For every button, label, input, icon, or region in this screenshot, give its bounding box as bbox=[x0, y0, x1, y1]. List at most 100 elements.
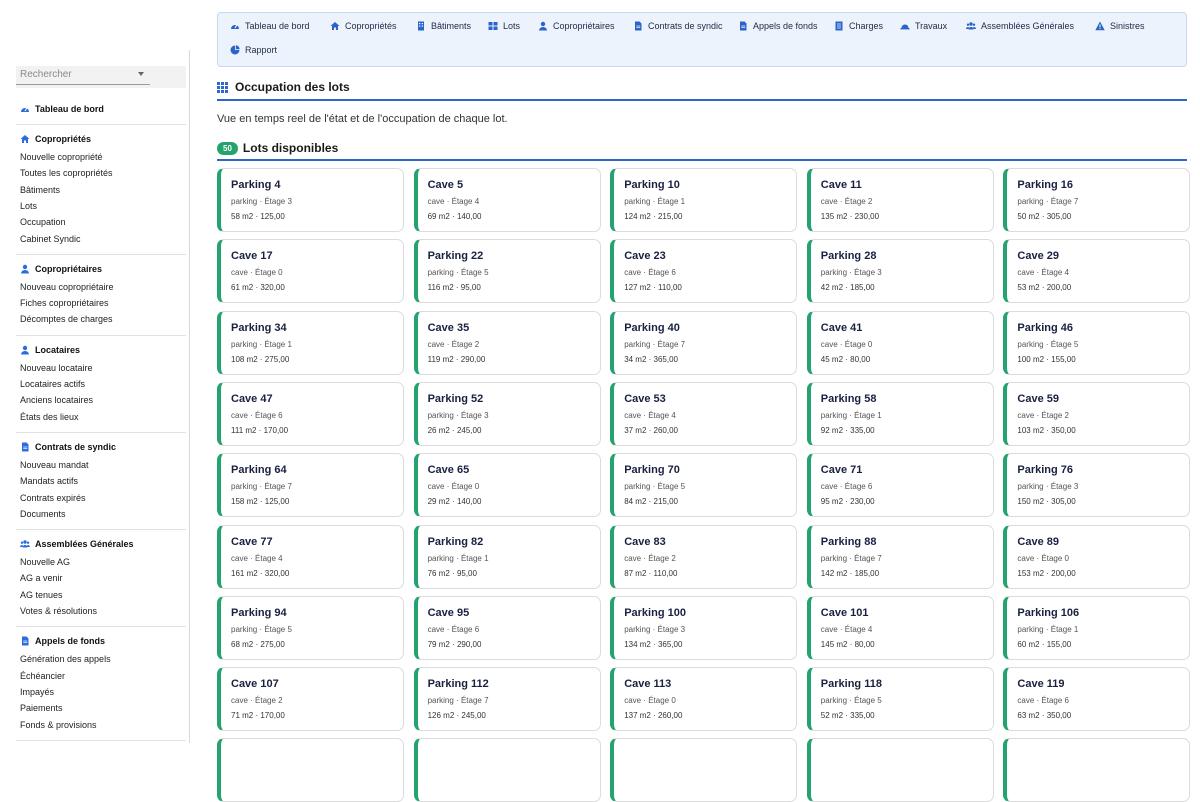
tab-3[interactable]: Lots bbox=[488, 21, 520, 31]
chevron-down-icon[interactable] bbox=[138, 72, 144, 76]
lot-card[interactable]: Cave 89 cave · Étage 0 153 m2 · 200,00 bbox=[1003, 524, 1191, 589]
sidebar-item[interactable]: Toutes les copropriétés bbox=[20, 168, 113, 178]
sidebar-item[interactable]: Votes & résolutions bbox=[20, 606, 97, 616]
lot-card[interactable]: Parking 100 parking · Étage 3 134 m2 · 365… bbox=[610, 595, 798, 660]
lot-area-amount: 26 m2 · 245,00 bbox=[427, 425, 482, 435]
sidebar-item[interactable]: Mandats actifs bbox=[20, 476, 78, 486]
lot-card[interactable]: Cave 17 cave · Étage 0 61 m2 · 320,00 bbox=[217, 239, 404, 304]
lot-card-partial[interactable] bbox=[217, 738, 404, 802]
sidebar-item[interactable]: Bâtiments bbox=[20, 185, 60, 195]
lot-card[interactable]: Parking 40 parking · Étage 7 34 m2 · 365,0… bbox=[610, 310, 798, 375]
lot-card[interactable]: Parking 94 parking · Étage 5 68 m2 · 275,0… bbox=[217, 595, 404, 660]
lot-card[interactable]: Cave 35 cave · Étage 2 119 m2 · 290,00 bbox=[413, 310, 601, 375]
sidebar-item[interactable]: Lots bbox=[20, 201, 37, 211]
lot-card[interactable]: Parking 112 parking · Étage 7 126 m2 · 245… bbox=[413, 667, 601, 732]
lot-card[interactable]: Cave 5 cave · Étage 4 69 m2 · 140,00 bbox=[413, 168, 601, 232]
sidebar-item[interactable]: Nouveau copropriétaire bbox=[20, 282, 114, 292]
sidebar-item[interactable]: Anciens locataires bbox=[20, 395, 93, 405]
tab-6[interactable]: Appels de fonds bbox=[738, 21, 818, 31]
lot-card[interactable]: Parking 46 parking · Étage 5 100 m2 · 155,… bbox=[1003, 310, 1191, 375]
sidebar-group-2[interactable]: Locataires bbox=[20, 345, 80, 355]
sidebar-item[interactable]: Nouvelle AG bbox=[20, 557, 70, 567]
sidebar-item[interactable]: États des lieux bbox=[20, 412, 79, 422]
lot-card[interactable]: Parking 16 parking · Étage 7 50 m2 · 305,0… bbox=[1003, 168, 1191, 232]
sidebar-item[interactable]: Cabinet Syndic bbox=[20, 234, 81, 244]
tab-label: Sinistres bbox=[1110, 21, 1145, 31]
lot-card[interactable]: Parking 58 parking · Étage 1 92 m2 · 335,0… bbox=[806, 381, 994, 446]
sidebar-item[interactable]: Nouvelle copropriété bbox=[20, 152, 103, 162]
lot-card[interactable]: Cave 95 cave · Étage 6 79 m2 · 290,00 bbox=[413, 595, 601, 660]
sidebar-item[interactable]: Contrats expirés bbox=[20, 493, 86, 503]
lot-card[interactable]: Cave 41 cave · Étage 0 45 m2 · 80,00 bbox=[806, 310, 994, 375]
tab-0[interactable]: Tableau de bord bbox=[230, 21, 310, 31]
sidebar-item[interactable]: Décomptes de charges bbox=[20, 314, 113, 324]
lot-card[interactable]: Cave 71 cave · Étage 6 95 m2 · 230,00 bbox=[806, 453, 994, 518]
sidebar-item[interactable]: Fiches copropriétaires bbox=[20, 298, 109, 308]
lot-card[interactable]: Parking 64 parking · Étage 7 158 m2 · 125,… bbox=[217, 453, 404, 518]
lot-card[interactable]: Cave 59 cave · Étage 2 103 m2 · 350,00 bbox=[1003, 381, 1191, 446]
sidebar-item[interactable]: Nouveau mandat bbox=[20, 460, 89, 470]
sidebar-item[interactable]: Nouveau locataire bbox=[20, 363, 93, 373]
sidebar-item[interactable]: AG a venir bbox=[20, 573, 63, 583]
tab-label: Copropriétés bbox=[345, 21, 397, 31]
lot-type-floor: cave · Étage 6 bbox=[624, 268, 676, 278]
lot-card[interactable]: Cave 23 cave · Étage 6 127 m2 · 110,00 bbox=[610, 239, 798, 304]
tab-10[interactable]: Sinistres bbox=[1095, 21, 1145, 31]
lot-card[interactable]: Cave 11 cave · Étage 2 135 m2 · 230,00 bbox=[806, 168, 994, 232]
lot-card[interactable]: Cave 83 cave · Étage 2 87 m2 · 110,00 bbox=[610, 524, 798, 589]
lot-card[interactable]: Parking 106 parking · Étage 1 60 m2 · 155,… bbox=[1003, 595, 1191, 660]
lot-card[interactable]: Cave 65 cave · Étage 0 29 m2 · 140,00 bbox=[413, 453, 601, 518]
sidebar-group-4[interactable]: Assemblées Générales bbox=[20, 539, 134, 549]
sidebar-item-dashboard[interactable]: Tableau de bord bbox=[20, 104, 104, 114]
sidebar-item[interactable]: Locataires actifs bbox=[20, 379, 85, 389]
sidebar-item[interactable]: Paiements bbox=[20, 703, 63, 713]
lot-card[interactable]: Cave 119 cave · Étage 6 63 m2 · 350,00 bbox=[1003, 667, 1191, 732]
sidebar-group-0[interactable]: Copropriétés bbox=[20, 134, 91, 144]
lot-card[interactable]: Parking 4 parking · Étage 3 58 m2 · 125,00 bbox=[217, 168, 404, 232]
lot-card-partial[interactable] bbox=[806, 738, 994, 802]
sidebar-group-title: Appels de fonds bbox=[35, 636, 106, 647]
lot-card-partial[interactable] bbox=[610, 738, 798, 802]
lot-card[interactable]: Cave 47 cave · Étage 6 111 m2 · 170,00 bbox=[217, 381, 404, 446]
sidebar-item[interactable]: Documents bbox=[20, 509, 66, 519]
sidebar-group-5[interactable]: Appels de fonds bbox=[20, 636, 105, 646]
sidebar-group-1[interactable]: Copropriétaires bbox=[20, 264, 102, 274]
lot-card[interactable]: Parking 22 parking · Étage 5 116 m2 · 95,0… bbox=[413, 239, 601, 304]
tab-4[interactable]: Copropriétaires bbox=[538, 21, 615, 31]
lot-card[interactable]: Cave 101 cave · Étage 4 145 m2 · 80,00 bbox=[806, 595, 994, 660]
tab-11[interactable]: Rapport bbox=[230, 45, 277, 55]
sidebar-item[interactable]: Génération des appels bbox=[20, 654, 111, 664]
lot-card[interactable]: Cave 77 cave · Étage 4 161 m2 · 320,00 bbox=[217, 524, 404, 589]
lot-card[interactable]: Parking 76 parking · Étage 3 150 m2 · 305,… bbox=[1003, 453, 1191, 518]
lot-card[interactable]: Parking 52 parking · Étage 3 26 m2 · 245,0… bbox=[413, 381, 601, 446]
tab-2[interactable]: Bâtiments bbox=[416, 21, 471, 31]
lot-card[interactable]: Cave 53 cave · Étage 4 37 m2 · 260,00 bbox=[610, 381, 798, 446]
lot-card[interactable]: Cave 113 cave · Étage 0 137 m2 · 260,00 bbox=[610, 667, 798, 732]
search-select[interactable]: Rechercher bbox=[16, 66, 186, 88]
sidebar-item[interactable]: Fonds & provisions bbox=[20, 720, 97, 730]
lot-card[interactable]: Cave 107 cave · Étage 2 71 m2 · 170,00 bbox=[217, 667, 404, 732]
lot-card[interactable]: Parking 10 parking · Étage 1 124 m2 · 215,… bbox=[610, 168, 798, 232]
tab-5[interactable]: Contrats de syndic bbox=[633, 21, 723, 31]
sidebar-item[interactable]: Impayés bbox=[20, 687, 54, 697]
lot-card[interactable]: Parking 82 parking · Étage 1 76 m2 · 95,00 bbox=[413, 524, 601, 589]
sidebar-item[interactable]: AG tenues bbox=[20, 590, 63, 600]
lot-card[interactable]: Parking 34 parking · Étage 1 108 m2 · 275,… bbox=[217, 310, 404, 375]
sidebar-item[interactable]: Échéancier bbox=[20, 671, 65, 681]
lot-card[interactable]: Parking 88 parking · Étage 7 142 m2 · 185,… bbox=[806, 524, 994, 589]
lot-area-amount: 76 m2 · 95,00 bbox=[427, 568, 477, 578]
lot-card[interactable]: Cave 29 cave · Étage 4 53 m2 · 200,00 bbox=[1003, 239, 1191, 304]
tab-7[interactable]: Charges bbox=[834, 21, 883, 31]
lot-card[interactable]: Parking 28 parking · Étage 3 42 m2 · 185,0… bbox=[806, 239, 994, 304]
lot-card-partial[interactable] bbox=[1003, 738, 1191, 802]
tab-1[interactable]: Copropriétés bbox=[330, 21, 397, 31]
lot-card[interactable]: Parking 70 parking · Étage 5 84 m2 · 215,0… bbox=[610, 453, 798, 518]
lot-card[interactable]: Parking 118 parking · Étage 5 52 m2 · 335,… bbox=[806, 667, 994, 732]
sidebar-group-3[interactable]: Contrats de syndic bbox=[20, 442, 116, 452]
search-input[interactable]: Rechercher bbox=[20, 69, 72, 80]
tab-8[interactable]: Travaux bbox=[900, 21, 947, 31]
sidebar-item[interactable]: Occupation bbox=[20, 217, 66, 227]
lot-area-amount: 50 m2 · 305,00 bbox=[1017, 212, 1072, 221]
lot-card-partial[interactable] bbox=[413, 738, 601, 802]
tab-9[interactable]: Assemblées Générales bbox=[966, 21, 1074, 31]
